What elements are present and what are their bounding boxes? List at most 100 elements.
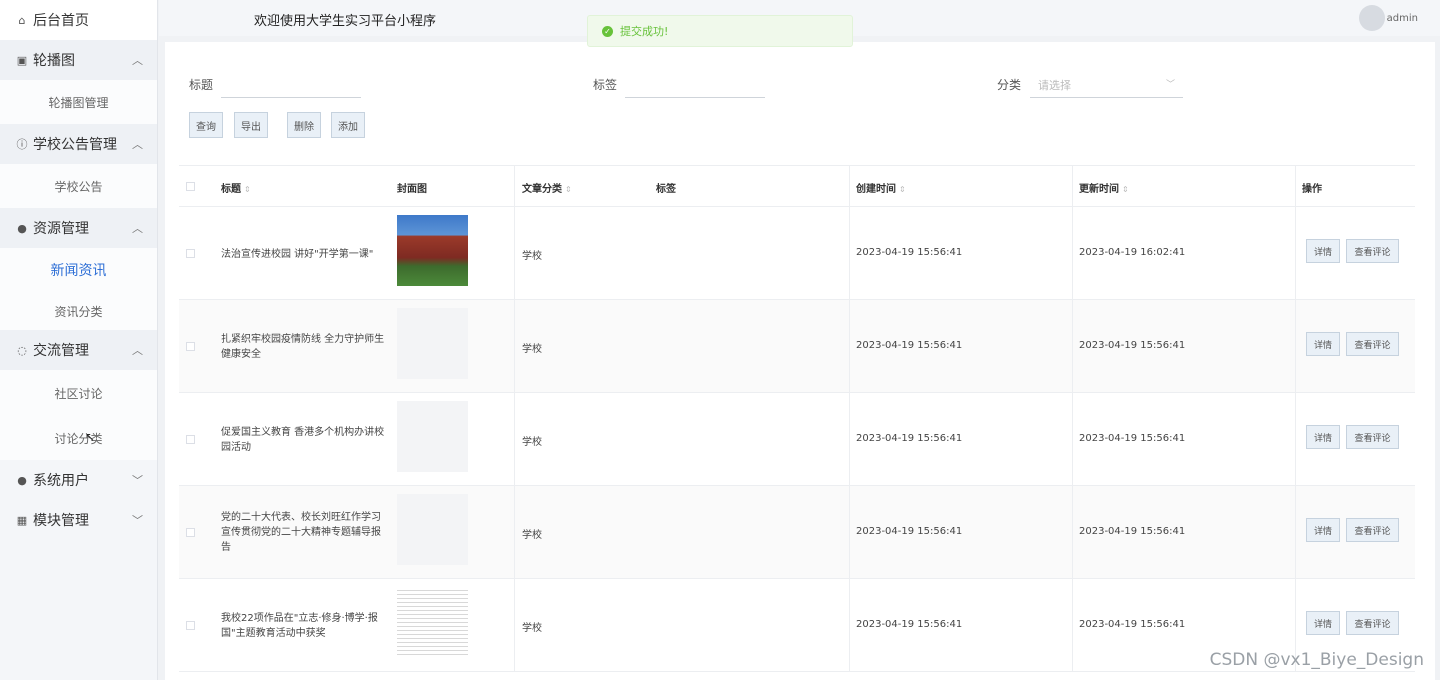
query-button[interactable]: 查询: [189, 112, 223, 138]
detail-button[interactable]: 详情: [1306, 425, 1340, 449]
detail-button[interactable]: 详情: [1306, 518, 1340, 542]
header-updated-label: 更新时间: [1079, 184, 1119, 195]
add-button[interactable]: 添加: [331, 112, 365, 138]
sidebar-group-label: 资源管理: [33, 221, 89, 237]
header-created[interactable]: 创建时间 ⇕: [856, 180, 906, 195]
row-checkbox[interactable]: [186, 342, 195, 351]
detail-button[interactable]: 详情: [1306, 239, 1340, 263]
username[interactable]: admin: [1387, 13, 1418, 24]
header-category[interactable]: 文章分类 ⇕: [522, 180, 572, 195]
check-circle-icon: ✓: [602, 25, 613, 37]
detail-button[interactable]: 详情: [1306, 611, 1340, 635]
sidebar-group-label: 交流管理: [33, 343, 89, 359]
category-filter-label: 分类: [997, 78, 1022, 92]
view-comments-button[interactable]: 查看评论: [1346, 611, 1399, 635]
chevron-down-icon: ﹀: [132, 514, 143, 527]
sidebar-group-modules[interactable]: ▦ 模块管理 ﹀: [0, 500, 157, 540]
table-row: 促爱国主义教育 香港多个机构办讲校园活动 学校 2023-04-19 15:56…: [179, 393, 1415, 486]
export-button[interactable]: 导出: [234, 112, 268, 138]
tag-filter-label: 标签: [593, 78, 618, 92]
delete-button[interactable]: 删除: [287, 112, 321, 138]
sidebar-home-label: 后台首页: [33, 13, 89, 29]
row-checkbox[interactable]: [186, 249, 195, 258]
sidebar-item-school-notice[interactable]: 学校公告: [0, 164, 157, 208]
row-category: 学校: [522, 623, 542, 634]
row-title: 促爱国主义教育 香港多个机构办讲校园活动: [221, 427, 385, 453]
tag-filter-input[interactable]: [625, 72, 765, 98]
view-comments-button[interactable]: 查看评论: [1346, 332, 1399, 356]
cover-image: [397, 587, 468, 658]
sidebar-group-label: 系统用户: [33, 473, 89, 489]
row-title: 扎紧织牢校园疫情防线 全力守护师生健康安全: [221, 334, 385, 360]
cover-image: [397, 308, 468, 379]
row-updated: 2023-04-19 15:56:41: [1079, 619, 1186, 630]
home-icon: ⌂: [18, 13, 26, 27]
category-select-placeholder: 请选择: [1038, 79, 1071, 92]
header-updated[interactable]: 更新时间 ⇕: [1079, 180, 1129, 195]
chevron-down-icon: ﹀: [1165, 80, 1175, 90]
sidebar-group-exchange[interactable]: ◌ 交流管理 ︿: [0, 330, 157, 370]
chat-icon: ◌: [17, 343, 27, 357]
column-divider: [849, 165, 850, 672]
header-category-label: 文章分类: [522, 184, 562, 195]
sidebar-group-users[interactable]: ● 系统用户 ﹀: [0, 460, 157, 500]
sidebar-group-notice[interactable]: ⓘ 学校公告管理 ︿: [0, 124, 157, 164]
main-panel: 标题 标签 分类 请选择 ﹀ 查询 导出 删除 添加 标题 ⇕ 封面图 文章分类 ⇕…: [165, 42, 1435, 680]
row-category: 学校: [522, 437, 542, 448]
avatar[interactable]: [1359, 5, 1385, 31]
sidebar-home[interactable]: ⌂ 后台首页: [0, 0, 157, 40]
sidebar-group-label: 学校公告管理: [33, 137, 117, 153]
chevron-down-icon: ﹀: [132, 474, 143, 487]
row-category: 学校: [522, 530, 542, 541]
sidebar-item-carousel-manage[interactable]: 轮播图管理: [0, 80, 157, 124]
header-title[interactable]: 标题 ⇕: [221, 180, 251, 195]
sidebar-group-label: 轮播图: [33, 53, 75, 69]
sidebar: ⌂ 后台首页 ▣ 轮播图 ︿ 轮播图管理 ⓘ 学校公告管理 ︿ 学校公告 ● 资…: [0, 0, 158, 680]
news-table: 标题 ⇕ 封面图 文章分类 ⇕ 标签 创建时间 ⇕ 更新时间 ⇕ 操作 法治宣传进校园 …: [179, 165, 1415, 672]
row-updated: 2023-04-19 15:56:41: [1079, 526, 1186, 537]
success-toast: ✓ 提交成功!: [587, 15, 853, 47]
sort-icon: ⇕: [565, 185, 572, 194]
toast-message: 提交成功!: [620, 25, 669, 38]
row-updated: 2023-04-19 16:02:41: [1079, 247, 1186, 258]
view-comments-button[interactable]: 查看评论: [1346, 518, 1399, 542]
grid-icon: ▦: [16, 513, 28, 527]
chevron-up-icon: ︿: [132, 54, 143, 67]
view-comments-button[interactable]: 查看评论: [1346, 425, 1399, 449]
sidebar-item-forum[interactable]: 社区讨论: [0, 370, 157, 416]
row-created: 2023-04-19 15:56:41: [856, 619, 963, 630]
cover-image: [397, 401, 468, 472]
header-title-label: 标题: [221, 184, 241, 195]
row-category: 学校: [522, 344, 542, 355]
detail-button[interactable]: 详情: [1306, 332, 1340, 356]
sidebar-group-label: 模块管理: [33, 513, 89, 529]
page-title: 欢迎使用大学生实习平台小程序: [254, 14, 437, 29]
chevron-up-icon: ︿: [132, 138, 143, 151]
sidebar-item-forum-category[interactable]: 讨论分类: [0, 416, 157, 460]
table-row: 党的二十大代表、校长刘旺红作学习宣传贯彻党的二十大精神专题辅导报告 学校 202…: [179, 486, 1415, 579]
row-created: 2023-04-19 15:56:41: [856, 526, 963, 537]
chevron-up-icon: ︿: [132, 344, 143, 357]
sort-icon: ⇕: [1122, 185, 1129, 194]
title-filter-input[interactable]: [221, 72, 361, 98]
row-title: 我校22项作品在"立志·修身·博学·报国"主题教育活动中获奖: [221, 613, 378, 639]
sidebar-item-news[interactable]: 新闻资讯: [0, 248, 157, 292]
watermark: CSDN @vx1_Biye_Design: [1209, 650, 1424, 670]
row-created: 2023-04-19 15:56:41: [856, 247, 963, 258]
search-form: 标题 标签 分类 请选择 ﹀: [165, 72, 1435, 98]
sort-icon: ⇕: [899, 185, 906, 194]
row-checkbox[interactable]: [186, 528, 195, 537]
row-checkbox[interactable]: [186, 621, 195, 630]
category-select[interactable]: 请选择 ﹀: [1030, 72, 1183, 98]
sidebar-group-carousel[interactable]: ▣ 轮播图 ︿: [0, 40, 157, 80]
sidebar-item-news-category[interactable]: 资讯分类: [0, 292, 157, 330]
view-comments-button[interactable]: 查看评论: [1346, 239, 1399, 263]
row-checkbox[interactable]: [186, 435, 195, 444]
sidebar-group-resource[interactable]: ● 资源管理 ︿: [0, 208, 157, 248]
select-all-checkbox[interactable]: [186, 182, 195, 191]
header-tags: 标签: [656, 184, 676, 195]
cover-image: [397, 494, 468, 565]
header-cover: 封面图: [397, 184, 427, 195]
column-divider: [514, 165, 515, 672]
mouse-cursor-icon: ↖: [85, 430, 96, 444]
